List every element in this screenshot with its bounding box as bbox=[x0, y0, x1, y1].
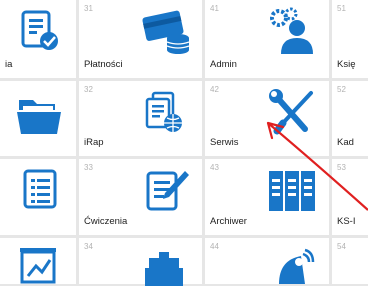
tile-label: Ćwiczenia bbox=[84, 216, 128, 227]
tile-number: 41 bbox=[210, 4, 219, 13]
tile-r4c4[interactable]: 54 bbox=[332, 238, 368, 284]
tile-r1c1[interactable]: ia bbox=[0, 0, 76, 78]
tile-payments[interactable]: 31 Płatności bbox=[79, 0, 202, 78]
checklist-document-icon bbox=[21, 10, 58, 50]
folder-icon bbox=[17, 100, 61, 134]
tile-label: KS-I bbox=[337, 216, 356, 227]
satellite-dish-icon bbox=[279, 248, 315, 284]
tile-irap[interactable]: 32 iRap bbox=[79, 81, 202, 156]
tile-number: 43 bbox=[210, 163, 219, 172]
tile-r3c1[interactable] bbox=[0, 159, 76, 235]
tile-r1c4[interactable]: 51 Księ bbox=[332, 0, 368, 78]
tile-r2c1[interactable] bbox=[0, 81, 76, 156]
tile-label: ia bbox=[5, 59, 13, 70]
tile-admin[interactable]: 41 Admin bbox=[205, 0, 329, 78]
module-grid: ia 31 Płatności 41 Admin 51 Księ 32 iRap… bbox=[0, 0, 368, 286]
tile-number: 32 bbox=[84, 85, 93, 94]
presentation-chart-icon bbox=[20, 248, 56, 284]
tile-label: Serwis bbox=[210, 137, 239, 148]
tile-label: iRap bbox=[84, 137, 104, 148]
cash-register-icon bbox=[145, 252, 183, 286]
tile-archiver[interactable]: 43 Archiwer bbox=[205, 159, 329, 235]
archive-binders-icon bbox=[269, 171, 315, 211]
tile-number: 34 bbox=[84, 242, 93, 251]
tile-r3c4[interactable]: 53 KS-I bbox=[332, 159, 368, 235]
documents-globe-icon bbox=[145, 91, 182, 132]
wrench-screwdriver-icon bbox=[269, 89, 313, 135]
tile-number: 33 bbox=[84, 163, 93, 172]
tile-label: Księ bbox=[337, 59, 356, 70]
tile-label: Kad bbox=[337, 137, 354, 148]
tile-number: 53 bbox=[337, 163, 346, 172]
tile-number: 42 bbox=[210, 85, 219, 94]
tile-service[interactable]: 42 Serwis bbox=[205, 81, 329, 156]
tile-r2c4[interactable]: 52 Kad bbox=[332, 81, 368, 156]
tile-number: 44 bbox=[210, 242, 219, 251]
tile-number: 54 bbox=[337, 242, 346, 251]
tile-exercises[interactable]: 33 Ćwiczenia bbox=[79, 159, 202, 235]
tile-label: Płatności bbox=[84, 59, 123, 70]
tile-r4c2[interactable]: 34 bbox=[79, 238, 202, 286]
user-gears-icon bbox=[270, 7, 313, 54]
tile-r4c1[interactable] bbox=[0, 238, 76, 284]
tile-number: 52 bbox=[337, 85, 346, 94]
tile-label: Admin bbox=[210, 59, 237, 70]
edit-document-icon bbox=[146, 171, 189, 211]
tile-label: Archiwer bbox=[210, 216, 247, 227]
tile-r4c3[interactable]: 44 bbox=[205, 238, 329, 284]
credit-card-coins-icon bbox=[142, 10, 190, 54]
tile-number: 51 bbox=[337, 4, 346, 13]
list-document-icon bbox=[23, 169, 57, 209]
tile-number: 31 bbox=[84, 4, 93, 13]
